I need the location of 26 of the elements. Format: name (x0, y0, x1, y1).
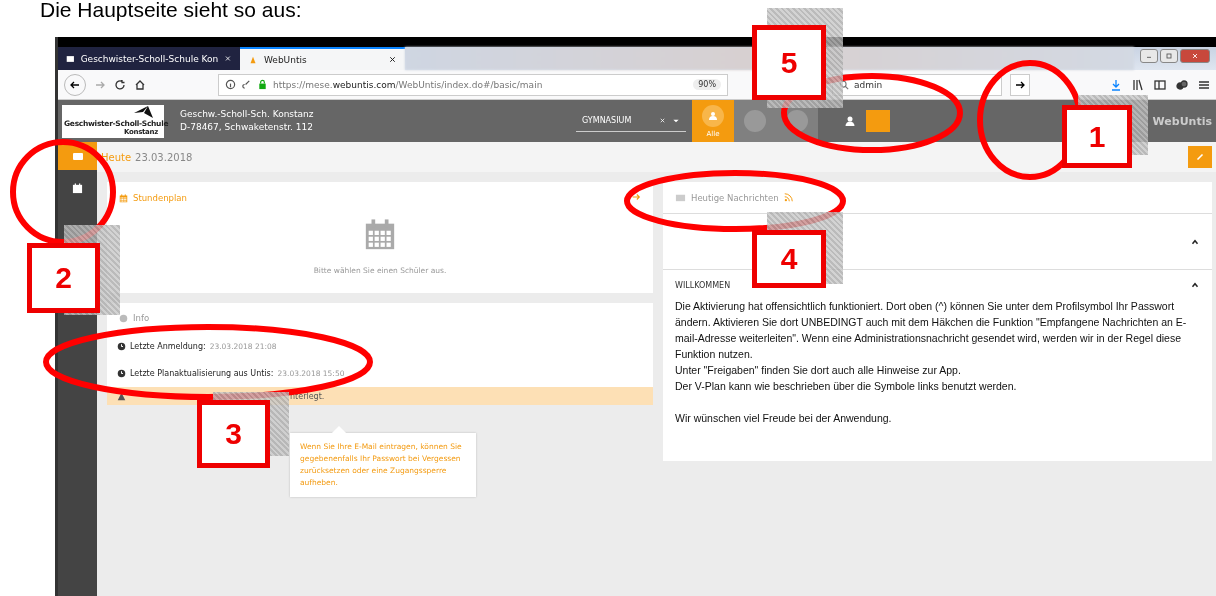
callout-number: 5 (752, 25, 826, 100)
browser-tab[interactable]: Geschwister-Scholl-Schule Kon (58, 47, 240, 70)
school-name: Geschw.-Scholl-Sch. Konstanz (180, 108, 314, 121)
callout-number: 2 (27, 243, 100, 313)
message-paragraph: Unter "Freigaben" finden Sie dort auch alle Hinweise zur App. (675, 363, 962, 378)
today-date: 23.03.2018 (135, 151, 193, 163)
address-bar[interactable]: https://mese.webuntis.com/WebUntis/index.do#/basic/main 90% (218, 73, 728, 96)
callout-number: 3 (197, 400, 270, 468)
page-heading: Die Hauptseite sieht so aus: (40, 0, 302, 20)
info-label: Letzte Planaktualisierung aus Untis: (130, 369, 274, 378)
card-title: Info (133, 313, 150, 323)
zoom-level[interactable]: 90% (693, 79, 721, 90)
callout-number: 4 (752, 230, 826, 288)
school-address: D-78467, Schwaketenstr. 112 (180, 121, 314, 134)
section-title: WILLKOMMEN (675, 280, 731, 290)
brand-logo: WebUntis (1152, 114, 1212, 128)
message-paragraph: Wir wünschen viel Freude bei der Anwendung. (675, 411, 893, 426)
today-label: Heute (101, 151, 132, 163)
info-label: Letzte Anmeldung: (130, 342, 206, 351)
message-paragraph: Der V-Plan kann wie beschrieben über die Symbole links benutzt werden. (675, 379, 1018, 394)
callout-number: 1 (1062, 105, 1132, 168)
class-select[interactable]: GYMNASIUM (576, 110, 687, 132)
browser-tab[interactable]: WebUntis (240, 47, 405, 70)
card-title: Heutige Nachrichten (691, 192, 779, 203)
message-paragraph: Die Aktivierung hat offensichtlich funktioniert. Dort oben (^) können Sie unter dem Profilsymbol Ihr Passwort ändern. Aktivieren Sie dort UNBEDINGT auch mit dem Häkchen die Funktion "Empfangene Nachrichten an E-mail-Adresse weiterleiten". Wenn eine Administrationsnachricht gesendet wird, werden wir in der Regel diese Funktion nutzen. (675, 299, 1188, 362)
card-title: Stundenplan (133, 193, 187, 203)
